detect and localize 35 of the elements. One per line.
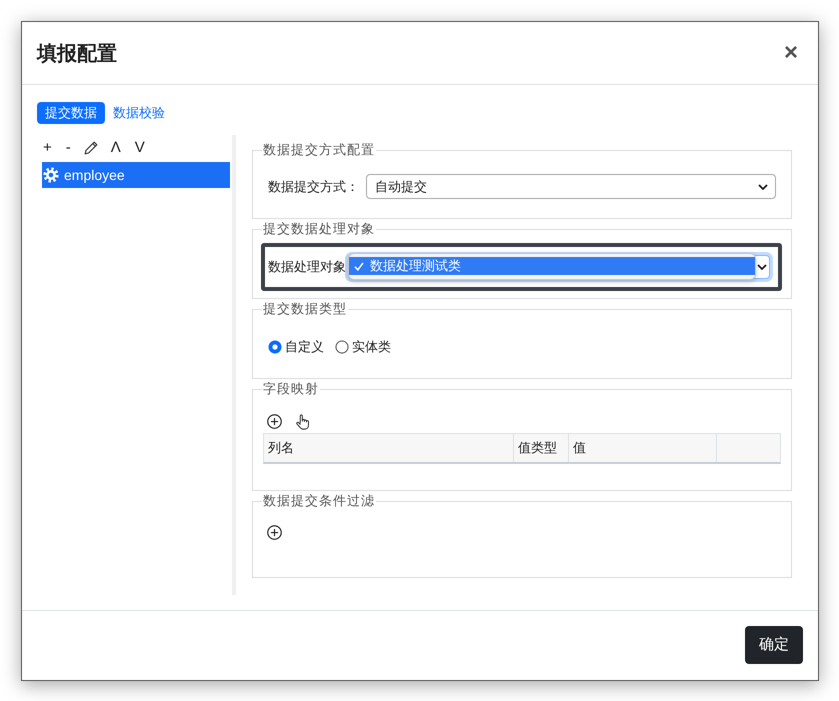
section-legend: 数据提交方式配置 [262, 142, 376, 158]
radio-label: 实体类 [352, 338, 391, 356]
section-legend: 提交数据处理对象 [262, 221, 376, 237]
confirm-button[interactable]: 确定 [745, 626, 803, 664]
field-label: 数据提交方式： [268, 178, 359, 196]
tab[interactable]: 数据校验 [105, 102, 173, 124]
down-button[interactable]: V [134, 139, 146, 157]
column-header: 值类型 [514, 434, 569, 462]
hand-pointer-icon[interactable] [296, 414, 309, 430]
close-button[interactable]: × [780, 41, 802, 65]
radio-button[interactable] [335, 340, 349, 354]
chevron-icon [757, 264, 767, 270]
check-icon [354, 262, 364, 270]
up-button[interactable]: Λ [110, 139, 122, 157]
add-button[interactable]: + [42, 139, 53, 157]
column-header: 列名 [264, 434, 514, 462]
field-label: 数据处理对象 [268, 258, 346, 276]
pencil-icon[interactable] [84, 141, 98, 155]
radio-button[interactable] [268, 340, 282, 354]
dialog-title: 填报配置 [37, 42, 117, 66]
chevron-icon [758, 184, 768, 190]
tab[interactable]: 提交数据 [37, 102, 105, 124]
radio-label: 自定义 [285, 338, 324, 356]
remove-button[interactable]: - [64, 139, 72, 157]
section-legend: 提交数据类型 [262, 301, 348, 317]
select-field[interactable]: 自动提交 [366, 174, 776, 199]
column-header [717, 434, 780, 462]
add-icon[interactable] [267, 414, 282, 429]
gear-icon [43, 167, 59, 183]
add-icon[interactable] [267, 525, 282, 540]
tree-item[interactable]: employee [42, 162, 230, 188]
section-legend: 数据提交条件过滤 [262, 493, 376, 509]
column-header: 值 [569, 434, 717, 462]
section-legend: 字段映射 [262, 381, 320, 397]
dropdown-option[interactable]: 数据处理测试类 [349, 257, 755, 275]
